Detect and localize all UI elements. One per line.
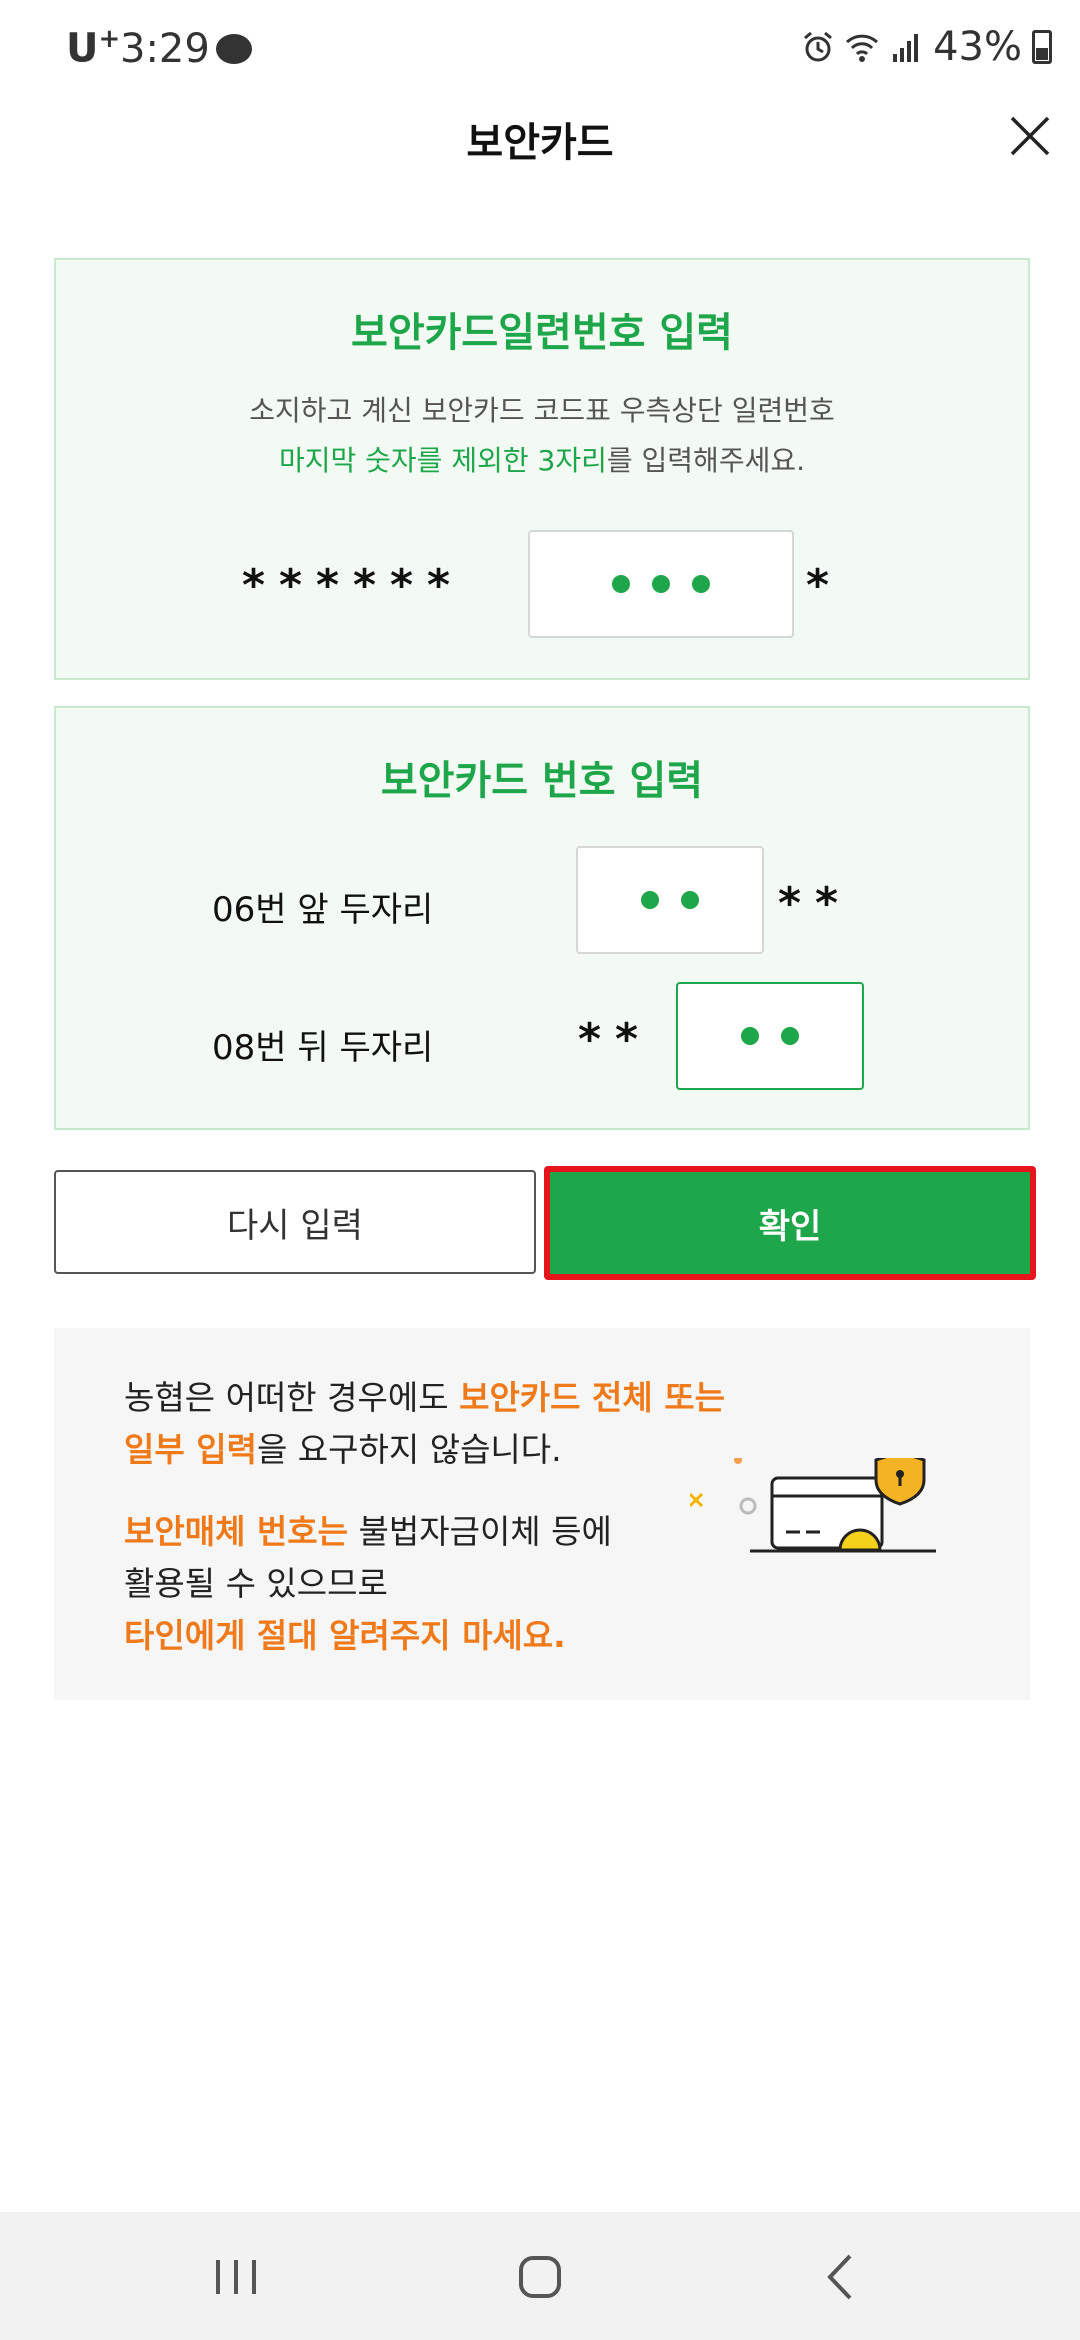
serial-number-panel: 보안카드일련번호 입력 소지하고 계신 보안카드 코드표 우측상단 일련번호 마… bbox=[54, 258, 1030, 680]
card-number-panel-title: 보안카드 번호 입력 bbox=[380, 758, 704, 804]
back-icon[interactable] bbox=[802, 2242, 882, 2312]
chat-notification-icon bbox=[216, 34, 252, 64]
wifi-icon bbox=[846, 34, 879, 62]
row2-label: 08번 뒤 두자리 bbox=[212, 1028, 434, 1068]
row1-masked-suffix: ** bbox=[778, 878, 853, 929]
confirm-button[interactable]: 확인 bbox=[550, 1172, 1030, 1274]
code-06-input[interactable] bbox=[576, 846, 764, 954]
status-icons: 43% bbox=[801, 24, 1052, 70]
card-number-panel: 보안카드 번호 입력 06번 앞 두자리 ** 08번 뒤 두자리 ** bbox=[54, 706, 1030, 1130]
security-notice: 농협은 어떠한 경우에도 보안카드 전체 또는 일부 입력을 요구하지 않습니다… bbox=[54, 1328, 1030, 1700]
battery-percent: 43% bbox=[933, 24, 1022, 70]
serial-input-field[interactable] bbox=[528, 530, 794, 638]
notice-line-4: 활용될 수 있으므로 bbox=[124, 1564, 388, 1603]
close-icon[interactable] bbox=[1006, 112, 1054, 160]
notice-line-2: 일부 입력을 요구하지 않습니다. bbox=[124, 1430, 562, 1469]
system-nav-bar bbox=[0, 2212, 1080, 2340]
battery-icon bbox=[1032, 30, 1052, 64]
input-dot bbox=[612, 575, 630, 593]
input-dot bbox=[741, 1027, 759, 1045]
input-dot bbox=[781, 1027, 799, 1045]
desc-rest: 를 입력해주세요. bbox=[606, 444, 805, 477]
input-dot bbox=[641, 891, 659, 909]
row2-masked-prefix: ** bbox=[578, 1014, 653, 1065]
notice-line-3: 보안매체 번호는 불법자금이체 등에 bbox=[124, 1512, 612, 1551]
confirm-button-highlight: 확인 bbox=[544, 1166, 1036, 1280]
desc-line-1: 소지하고 계신 보안카드 코드표 우측상단 일련번호 bbox=[249, 394, 835, 427]
desc-highlight: 마지막 숫자를 제외한 3자리 bbox=[278, 444, 607, 477]
alarm-icon bbox=[804, 31, 833, 62]
input-dot bbox=[681, 891, 699, 909]
carrier-label: U+ bbox=[66, 24, 121, 72]
masked-serial-prefix: ****** bbox=[242, 560, 465, 611]
header: 보안카드 bbox=[0, 96, 1080, 186]
row1-label: 06번 앞 두자리 bbox=[212, 890, 434, 930]
notice-line-1: 농협은 어떠한 경우에도 보안카드 전체 또는 bbox=[124, 1378, 725, 1417]
status-bar: U+ 3:29 43% bbox=[0, 0, 1080, 96]
input-dot bbox=[692, 575, 710, 593]
recent-apps-icon[interactable] bbox=[196, 2242, 276, 2312]
notice-line-5: 타인에게 절대 알려주지 마세요. bbox=[124, 1616, 566, 1655]
code-08-input[interactable] bbox=[676, 982, 864, 1090]
desc-line-2: 마지막 숫자를 제외한 3자리를 입력해주세요. bbox=[56, 436, 1028, 486]
security-card-illustration bbox=[690, 1458, 936, 1553]
retry-button[interactable]: 다시 입력 bbox=[54, 1170, 536, 1274]
masked-serial-suffix: * bbox=[806, 560, 844, 611]
home-icon[interactable] bbox=[500, 2242, 580, 2312]
serial-panel-description: 소지하고 계신 보안카드 코드표 우측상단 일련번호 마지막 숫자를 제외한 3… bbox=[56, 386, 1028, 486]
page-title: 보안카드 bbox=[466, 120, 614, 166]
input-dot bbox=[652, 575, 670, 593]
clock: 3:29 bbox=[120, 26, 210, 72]
serial-panel-title: 보안카드일련번호 입력 bbox=[351, 310, 733, 356]
signal-icon bbox=[893, 34, 919, 62]
